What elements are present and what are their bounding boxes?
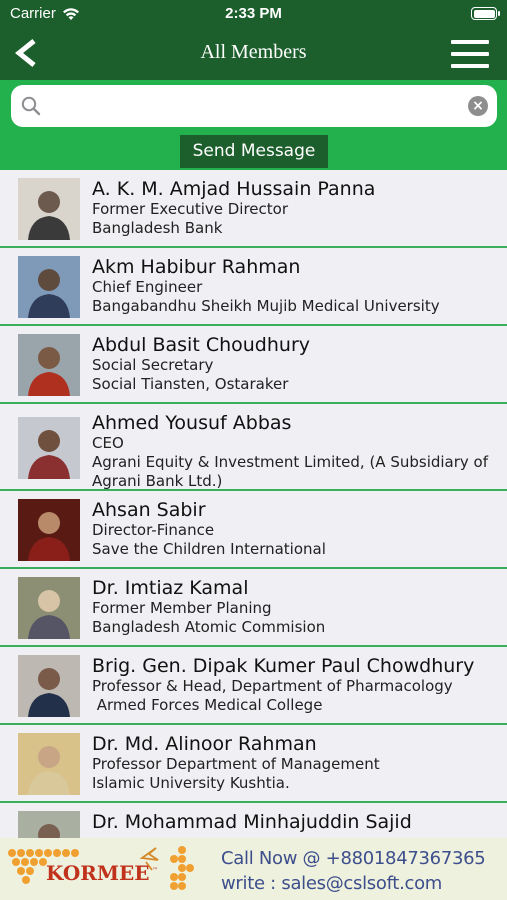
member-designation: Social Secretary <box>92 356 214 374</box>
member-details: Ahsan Sabir Director-Finance Save the Chil… <box>92 499 483 559</box>
member-avatar <box>18 499 80 561</box>
member-avatar <box>18 655 80 717</box>
navigation-bar: All Members <box>0 28 507 80</box>
status-bar: Carrier 2:33 PM <box>0 0 507 28</box>
hamburger-menu-icon[interactable] <box>451 40 489 68</box>
search-icon <box>21 96 41 116</box>
member-organization: Islamic University Kushtia. <box>92 774 290 792</box>
page-title: All Members <box>200 41 307 63</box>
member-organization: Agrani Bank Ltd.) <box>92 472 223 490</box>
call-now-text: Call Now @ +8801847367365 <box>221 848 486 869</box>
member-designation: Professor & Head, Department of Pharmaco… <box>92 677 453 695</box>
members-list[interactable]: A. K. M. Amjad Hussain Panna Former Execu… <box>0 170 507 838</box>
search-bar-area: × <box>0 80 507 132</box>
member-name: Ahmed Yousuf Abbas <box>92 412 292 434</box>
member-row[interactable]: Ahsan Sabir Director-Finance Save the Chil… <box>0 491 507 569</box>
member-row[interactable]: A. K. M. Amjad Hussain Panna Former Execu… <box>0 170 507 248</box>
member-details: Dr. Md. Alinoor Rahman Professor Departme… <box>92 733 483 793</box>
member-name: Abdul Basit Choudhury <box>92 334 310 356</box>
member-details: Abdul Basit Choudhury Social Secretary Soc… <box>92 334 483 394</box>
clock: 2:33 PM <box>225 5 282 22</box>
member-organization: Social Tiansten, Ostaraker <box>92 375 289 393</box>
member-avatar <box>18 811 80 838</box>
member-organization: Save the Children International <box>92 540 326 558</box>
member-designation: Chief Engineer <box>92 278 203 296</box>
footer-banner[interactable]: KORMEE ™ Call Now @ +8801847367365 write… <box>0 838 507 900</box>
member-details: Ahmed Yousuf Abbas CEO Agrani Equity & Inv… <box>92 412 489 491</box>
member-designation: CEO <box>92 434 124 452</box>
search-box: × <box>11 85 497 127</box>
member-name: A. K. M. Amjad Hussain Panna <box>92 178 376 200</box>
member-row[interactable]: Akm Habibur Rahman Chief Engineer Bangaban… <box>0 248 507 326</box>
member-organization: Bangabandhu Sheikh Mujib Medical Univers… <box>92 297 440 315</box>
member-details: A. K. M. Amjad Hussain Panna Former Execu… <box>92 178 483 238</box>
member-avatar <box>18 733 80 795</box>
svg-text:KORMEE: KORMEE <box>46 861 150 885</box>
member-name: Dr. Mohammad Minhajuddin Sajid <box>92 811 412 833</box>
member-avatar <box>18 334 80 396</box>
member-details: Akm Habibur Rahman Chief Engineer Bangaban… <box>92 256 483 316</box>
member-organization: Bangladesh Bank <box>92 219 223 237</box>
member-name: Brig. Gen. Dipak Kumer Paul Chowdhury <box>92 655 475 677</box>
member-avatar <box>18 417 80 479</box>
svg-text:™: ™ <box>152 867 158 874</box>
member-row[interactable]: Dr. Mohammad Minhajuddin Sajid <box>0 803 507 838</box>
member-row[interactable]: Brig. Gen. Dipak Kumer Paul Chowdhury Pro… <box>0 647 507 725</box>
member-name: Ahsan Sabir <box>92 499 206 521</box>
member-designation: Former Member Planing <box>92 599 272 617</box>
member-row[interactable]: Dr. Imtiaz Kamal Former Member Planing Ban… <box>0 569 507 647</box>
member-name: Dr. Md. Alinoor Rahman <box>92 733 317 755</box>
member-designation: Professor Department of Management <box>92 755 380 773</box>
member-name: Dr. Imtiaz Kamal <box>92 577 249 599</box>
clear-icon[interactable]: × <box>468 96 488 116</box>
send-message-button[interactable]: Send Message <box>180 135 328 168</box>
member-row[interactable]: Abdul Basit Choudhury Social Secretary Soc… <box>0 326 507 404</box>
member-organization: Agrani Equity & Investment Limited, (A S… <box>92 453 489 471</box>
member-row[interactable]: Dr. Md. Alinoor Rahman Professor Departme… <box>0 725 507 803</box>
member-details: Dr. Imtiaz Kamal Former Member Planing Ban… <box>92 577 483 637</box>
member-name: Akm Habibur Rahman <box>92 256 301 278</box>
member-organization: Armed Forces Medical College <box>92 696 323 714</box>
member-row[interactable]: Ahmed Yousuf Abbas CEO Agrani Equity & Inv… <box>0 404 507 491</box>
member-details: Dr. Mohammad Minhajuddin Sajid <box>92 811 483 833</box>
member-designation: Director-Finance <box>92 521 215 539</box>
member-avatar <box>18 178 80 240</box>
member-designation: Former Executive Director <box>92 200 289 218</box>
member-avatar <box>18 256 80 318</box>
kormee-logo: KORMEE ™ <box>8 846 194 890</box>
send-message-area: Send Message <box>0 132 507 170</box>
battery-icon <box>471 7 500 20</box>
email-text: write : sales@cslsoft.com <box>221 873 443 894</box>
member-organization: Bangladesh Atomic Commision <box>92 618 326 636</box>
member-details: Brig. Gen. Dipak Kumer Paul Chowdhury Pro… <box>92 655 483 715</box>
search-input[interactable] <box>51 91 451 121</box>
member-avatar <box>18 577 80 639</box>
